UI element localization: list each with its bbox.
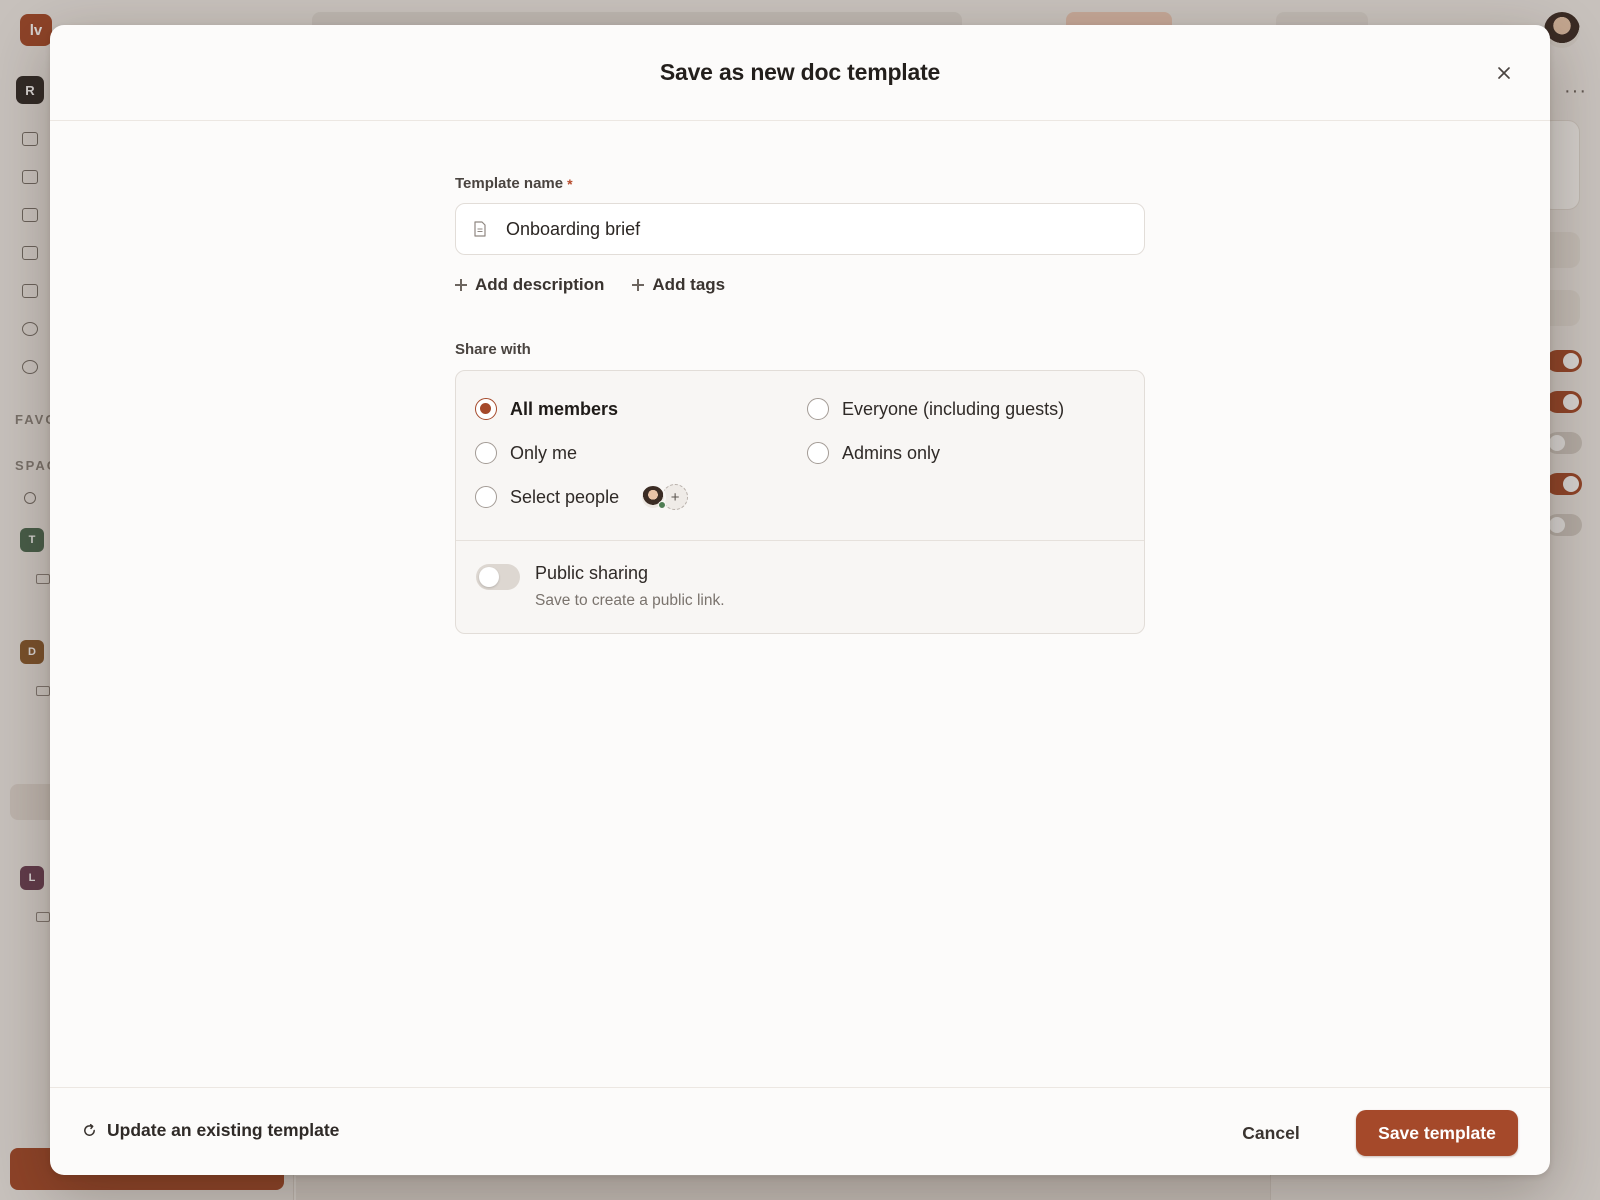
radio-checked-icon[interactable] [475,398,497,420]
dialog-footer: Update an existing template Cancel Save … [50,1087,1550,1175]
document-icon [474,221,486,237]
close-icon [1498,67,1510,79]
template-name-input[interactable] [506,204,1126,254]
share-option-label: Admins only [842,442,941,463]
share-option-all-members[interactable]: All members [475,398,618,420]
share-option-only-me[interactable]: Only me [475,442,577,464]
cancel-button[interactable]: Cancel [1226,1110,1316,1156]
save-template-button[interactable]: Save template [1356,1110,1518,1156]
update-existing-template-button[interactable]: Update an existing template [82,1120,339,1141]
selected-people: + [640,484,689,510]
public-sharing-label: Public sharing [535,563,649,583]
refresh-icon [84,1123,95,1136]
radio-icon[interactable] [475,486,497,508]
add-description-label: Add description [475,275,605,294]
public-sharing-description: Save to create a public link. [535,592,725,609]
template-name-label: Template name * [455,175,1145,192]
update-existing-template-label: Update an existing template [107,1120,340,1140]
share-options-box: All members Everyone (including guests) … [455,370,1145,634]
share-options-grid: All members Everyone (including guests) … [456,371,1144,541]
add-meta-row: Add description Add tags [455,273,1145,297]
template-name-label-text: Template name [455,175,564,192]
radio-icon[interactable] [807,442,829,464]
share-option-admins-only[interactable]: Admins only [807,442,940,464]
share-option-label: Only me [510,442,578,463]
share-option-label: All members [510,398,619,419]
close-button[interactable] [1490,59,1518,87]
required-marker: * [567,175,573,192]
public-sharing-toggle[interactable] [476,564,520,590]
share-option-label: Everyone (including guests) [842,398,1065,419]
person-avatar [640,484,667,510]
save-template-dialog: Save as new doc template Template name *… [50,25,1550,1175]
radio-icon[interactable] [807,398,829,420]
add-description-button[interactable]: Add description [455,275,604,295]
dialog-header: Save as new doc template [50,25,1550,121]
online-status-dot [658,501,667,509]
dialog-title: Save as new doc template [659,59,941,85]
share-with-label: Share with [455,341,531,358]
add-tags-label: Add tags [652,275,726,294]
plus-icon [455,279,467,291]
share-option-label: Select people [510,486,620,507]
share-option-everyone[interactable]: Everyone (including guests) [807,398,1064,420]
share-option-select-people[interactable]: Select people + [475,484,689,510]
public-sharing-row: Public sharing Save to create a public l… [456,541,1144,633]
template-name-field[interactable] [455,203,1145,255]
template-form: Template name * Add description Add tags… [455,175,1145,634]
plus-icon [632,279,645,291]
radio-icon[interactable] [475,442,497,464]
add-tags-button[interactable]: Add tags [632,275,725,295]
